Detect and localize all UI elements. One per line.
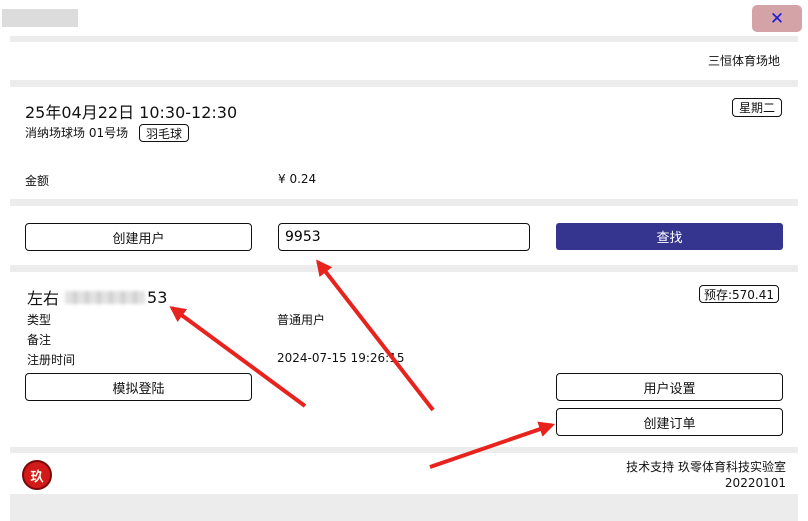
create-order-button[interactable]: 创建订单 (556, 408, 783, 436)
weekday-badge: 星期二 (732, 98, 782, 117)
court-name: 消纳场球场 01号场 (25, 126, 129, 140)
window-title-placeholder (2, 9, 78, 27)
section-divider (10, 80, 798, 87)
user-name: 左右 53 (27, 285, 167, 309)
balance-badge: 预存:570.41 (699, 285, 779, 303)
user-search-input[interactable] (278, 223, 530, 251)
sport-badge: 羽毛球 (139, 124, 189, 142)
version-text: 20220101 (724, 476, 786, 490)
user-name-suffix: 53 (147, 287, 168, 307)
tech-support-text: 技术支持 玖零体育科技实验室 (626, 460, 786, 474)
search-button[interactable]: 查找 (556, 223, 783, 250)
type-label: 类型 (27, 313, 52, 327)
section-divider (10, 199, 798, 206)
arrow-to-create-order (429, 421, 556, 469)
amount-label: 金额 (25, 174, 50, 188)
simulate-login-button[interactable]: 模拟登陆 (25, 373, 252, 401)
venue-name: 三恒体育场地 (707, 54, 780, 68)
type-value: 普通用户 (277, 313, 326, 327)
user-name-prefix: 左右 (27, 289, 60, 308)
section-divider (10, 36, 798, 42)
bottom-bar (10, 494, 798, 521)
booking-datetime: 25年04月22日 10:30-12:30 (25, 103, 238, 122)
close-button[interactable]: ✕ (752, 5, 802, 32)
create-user-button[interactable]: 创建用户 (25, 223, 252, 251)
annotation-arrows (169, 259, 556, 469)
brand-logo: 玖 (22, 460, 52, 490)
note-label: 备注 (27, 333, 52, 347)
redacted-phone (65, 290, 146, 304)
arrow-to-search-input (316, 259, 435, 412)
amount-value: ¥ 0.24 (278, 172, 317, 186)
section-divider (10, 447, 798, 453)
logo-char: 玖 (30, 469, 44, 485)
register-time-value: 2024-07-15 19:26:15 (277, 351, 405, 365)
close-icon: ✕ (769, 8, 785, 29)
register-time-label: 注册时间 (27, 353, 76, 367)
section-divider (10, 265, 798, 272)
user-settings-button[interactable]: 用户设置 (556, 373, 783, 401)
